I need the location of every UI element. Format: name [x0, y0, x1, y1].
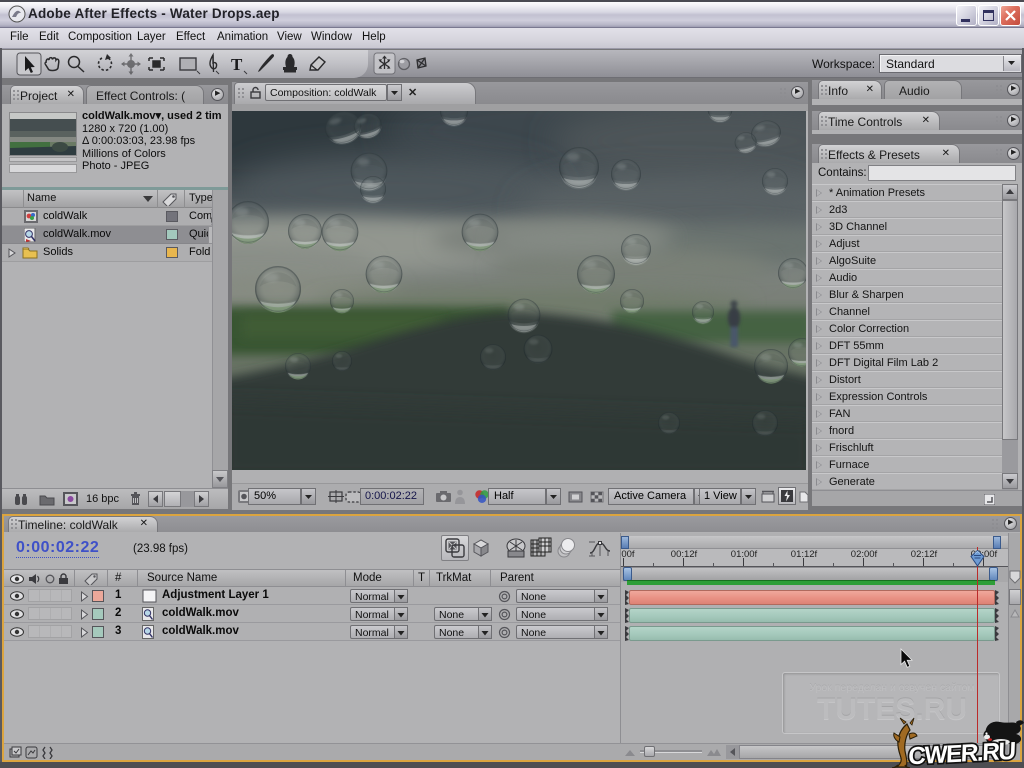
- svg-text:T: T: [231, 55, 243, 74]
- svg-text:CWER.RU: CWER.RU: [908, 738, 1016, 768]
